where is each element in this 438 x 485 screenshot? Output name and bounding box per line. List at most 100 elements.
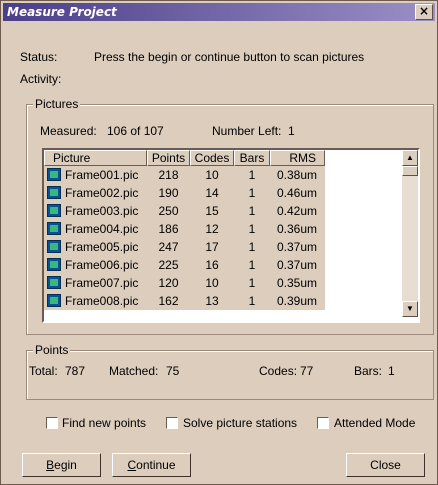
picture-name: Frame002.pic <box>65 186 139 200</box>
picture-bars: 1 <box>248 186 256 200</box>
picture-file-icon <box>47 276 61 289</box>
vertical-scrollbar[interactable]: ▲ ▼ <box>402 150 418 317</box>
picture-codes: 16 <box>205 258 219 272</box>
measure-project-dialog: Measure Project × Status: Press the begi… <box>0 0 438 485</box>
picture-name: Frame008.pic <box>65 294 139 308</box>
picture-rms: 0.37um <box>276 258 317 272</box>
scroll-up-icon[interactable]: ▲ <box>402 150 418 166</box>
continue-mnemonic: C <box>127 458 137 472</box>
picture-bars: 1 <box>248 258 256 272</box>
continue-label: ontinue <box>136 458 176 472</box>
column-header-label: Points <box>151 151 186 165</box>
picture-rms: 0.42um <box>276 204 317 218</box>
pictures-list-viewport: Picture Points Codes Bars RMS Frame001.p… <box>44 150 402 317</box>
picture-points: 225 <box>158 258 179 272</box>
picture-file-icon <box>47 240 61 253</box>
picture-name: Frame005.pic <box>65 240 139 254</box>
picture-codes: 15 <box>205 204 219 218</box>
table-row[interactable]: Frame006.pic 225 16 1 0.37um <box>44 256 325 274</box>
column-header-label: Codes <box>194 151 230 165</box>
solve-picture-stations-checkbox[interactable] <box>166 417 178 429</box>
number-left-value: 1 <box>288 124 295 138</box>
points-bars-label: Bars: <box>354 364 383 378</box>
column-header-label: Bars <box>239 151 265 165</box>
table-row[interactable]: Frame005.pic 247 17 1 0.37um <box>44 238 325 256</box>
begin-button[interactable]: Begin <box>22 453 101 477</box>
picture-points: 250 <box>158 204 179 218</box>
column-header-label: RMS <box>289 151 316 165</box>
picture-points: 186 <box>158 222 179 236</box>
status-text: Press the begin or continue button to sc… <box>94 50 365 64</box>
points-group-title: Points <box>33 343 71 357</box>
picture-codes: 12 <box>205 222 219 236</box>
picture-codes: 10 <box>205 168 219 182</box>
points-matched-label: Matched: <box>109 364 159 378</box>
picture-file-icon <box>47 168 61 181</box>
attended-mode-label[interactable]: Attended Mode <box>334 416 415 430</box>
picture-file-icon <box>47 186 61 199</box>
points-codes-value: 77 <box>300 364 314 378</box>
number-left-label: Number Left: <box>212 124 282 138</box>
table-row[interactable]: Frame004.pic 186 12 1 0.36um <box>44 220 325 238</box>
title-bar[interactable]: Measure Project × <box>3 3 435 21</box>
picture-codes: 10 <box>205 276 219 290</box>
column-header-label: Picture <box>53 151 91 165</box>
picture-bars: 1 <box>248 222 256 236</box>
table-row[interactable]: Frame002.pic 190 14 1 0.46um <box>44 184 325 202</box>
pictures-group-title: Pictures <box>33 97 81 111</box>
picture-bars: 1 <box>248 240 256 254</box>
table-row[interactable]: Frame007.pic 120 10 1 0.35um <box>44 274 325 292</box>
points-codes-label: Codes: <box>259 364 298 378</box>
continue-button[interactable]: Continue <box>112 453 191 477</box>
pictures-list[interactable]: Picture Points Codes Bars RMS Frame001.p… <box>42 148 420 323</box>
picture-rms: 0.39um <box>276 294 317 308</box>
find-new-points-label[interactable]: Find new points <box>62 416 146 430</box>
picture-file-icon <box>47 204 61 217</box>
picture-codes: 17 <box>205 240 219 254</box>
table-row[interactable]: Frame001.pic 218 10 1 0.38um <box>44 166 325 184</box>
points-total-value: 787 <box>65 364 86 378</box>
scrollbar-thumb[interactable] <box>402 166 418 176</box>
picture-points: 190 <box>158 186 179 200</box>
close-icon[interactable]: × <box>415 4 433 20</box>
picture-rms: 0.36um <box>276 222 317 236</box>
picture-bars: 1 <box>248 276 256 290</box>
picture-name: Frame007.pic <box>65 276 139 290</box>
close-button[interactable]: Close <box>346 453 425 477</box>
column-header-picture[interactable]: Picture <box>44 150 147 166</box>
picture-points: 120 <box>158 276 179 290</box>
picture-bars: 1 <box>248 168 256 182</box>
measured-value: 106 of 107 <box>107 124 164 138</box>
picture-rms: 0.46um <box>276 186 317 200</box>
table-row[interactable]: Frame008.pic 162 13 1 0.39um <box>44 292 325 310</box>
picture-name: Frame001.pic <box>65 168 139 182</box>
find-new-points-checkbox[interactable] <box>46 417 58 429</box>
picture-codes: 14 <box>205 186 219 200</box>
solve-picture-stations-label[interactable]: Solve picture stations <box>183 416 297 430</box>
picture-bars: 1 <box>248 294 256 308</box>
picture-file-icon <box>47 258 61 271</box>
begin-label: egin <box>54 458 77 472</box>
picture-name: Frame006.pic <box>65 258 139 272</box>
picture-name: Frame003.pic <box>65 204 139 218</box>
points-bars-value: 1 <box>388 364 395 378</box>
table-row[interactable]: Frame003.pic 250 15 1 0.42um <box>44 202 325 220</box>
column-header-bars[interactable]: Bars <box>234 150 270 166</box>
status-label: Status: <box>20 50 58 64</box>
picture-bars: 1 <box>248 204 256 218</box>
window-title: Measure Project <box>7 5 117 19</box>
column-header-codes[interactable]: Codes <box>190 150 234 166</box>
close-label: Close <box>370 458 401 472</box>
picture-rms: 0.38um <box>276 168 317 182</box>
column-header-rms[interactable]: RMS <box>270 150 325 166</box>
points-matched-value: 75 <box>166 364 180 378</box>
picture-file-icon <box>47 294 61 307</box>
picture-points: 162 <box>158 294 179 308</box>
activity-label: Activity: <box>20 72 62 86</box>
column-header-points[interactable]: Points <box>147 150 190 166</box>
scroll-down-icon[interactable]: ▼ <box>402 301 418 317</box>
picture-points: 218 <box>158 168 179 182</box>
picture-name: Frame004.pic <box>65 222 139 236</box>
attended-mode-checkbox[interactable] <box>317 417 329 429</box>
picture-codes: 13 <box>205 294 219 308</box>
